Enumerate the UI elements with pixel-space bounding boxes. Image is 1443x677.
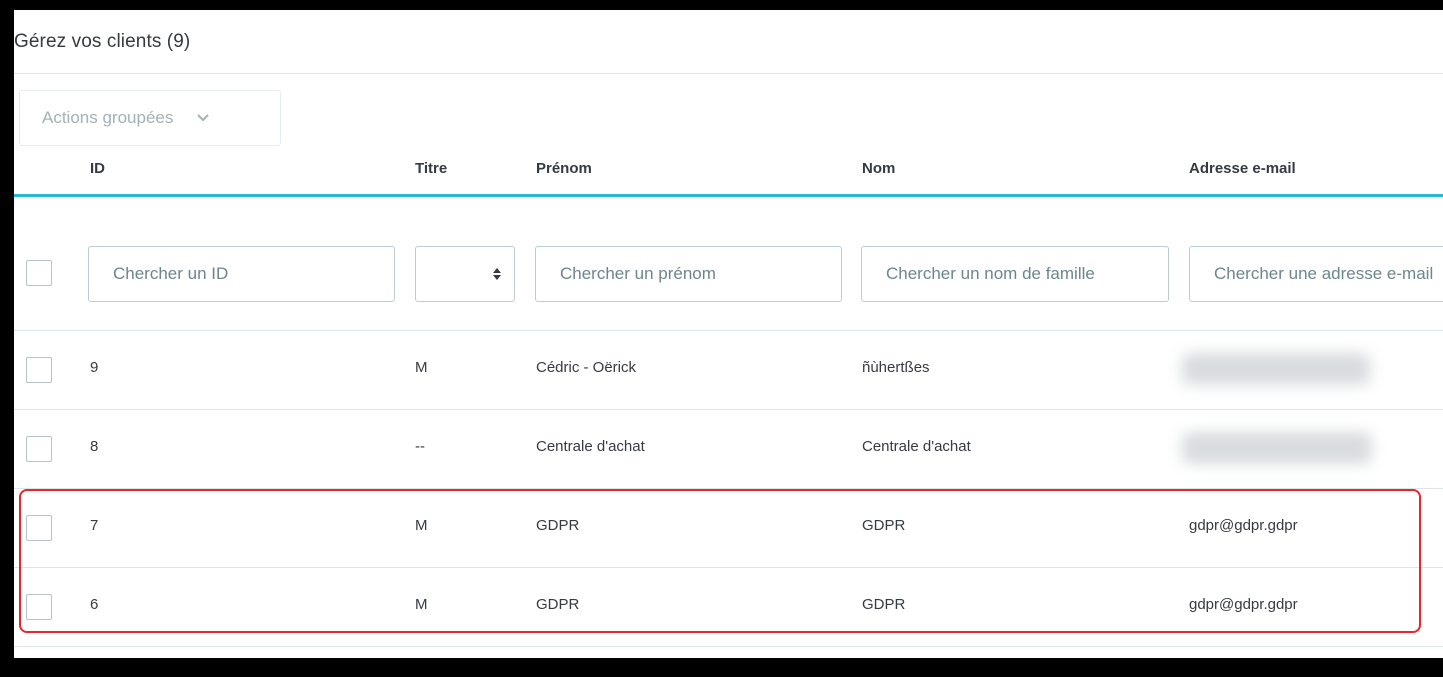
filter-row (14, 197, 1443, 331)
cell-title: M (415, 596, 428, 613)
cell-id: 8 (90, 438, 99, 455)
column-header-last-name[interactable]: Nom (862, 160, 895, 177)
column-header-first-name[interactable]: Prénom (536, 160, 592, 177)
cell-last-name: GDPR (862, 596, 906, 613)
cell-id: 9 (90, 359, 99, 376)
cell-first-name: Cédric - Oërick (536, 359, 637, 376)
table-row[interactable]: 8 -- Centrale d'achat Centrale d'achat (14, 410, 1443, 489)
cell-email: gdpr@gdpr.gdpr (1189, 596, 1298, 613)
first-name-filter-input[interactable] (535, 246, 842, 302)
bulk-actions-button[interactable]: Actions groupées (19, 90, 281, 146)
column-header-email[interactable]: Adresse e-mail (1189, 160, 1296, 177)
bulk-actions-area: Actions groupées (14, 74, 1443, 146)
row-checkbox[interactable] (26, 357, 52, 383)
column-header-title[interactable]: Titre (415, 160, 447, 177)
cell-title: -- (415, 438, 425, 455)
row-checkbox[interactable] (26, 436, 52, 462)
select-all-checkbox[interactable] (26, 260, 52, 286)
id-filter-input[interactable] (88, 246, 395, 302)
cell-first-name: Centrale d'achat (536, 438, 645, 455)
cell-last-name: Centrale d'achat (862, 438, 971, 455)
row-checkbox[interactable] (26, 594, 52, 620)
table-row[interactable]: 7 M GDPR GDPR gdpr@gdpr.gdpr (14, 489, 1443, 568)
bulk-actions-label: Actions groupées (42, 108, 174, 127)
cell-last-name: ñùhertßes (862, 359, 930, 376)
column-header-id[interactable]: ID (90, 160, 105, 177)
cell-id: 6 (90, 596, 99, 613)
table-header: ID Titre Prénom Nom Adresse e-mail (14, 146, 1443, 197)
cell-title: M (415, 359, 428, 376)
last-name-filter-input[interactable] (861, 246, 1169, 302)
redacted-email (1182, 353, 1370, 385)
cell-first-name: GDPR (536, 517, 580, 534)
redacted-email (1182, 432, 1372, 464)
page-title: Gérez vos clients (9) (14, 30, 191, 52)
email-filter-input[interactable] (1189, 246, 1443, 302)
table-row[interactable]: 9 M Cédric - Oërick ñùhertßes (14, 331, 1443, 410)
chevron-down-icon (197, 114, 210, 122)
cell-email: gdpr@gdpr.gdpr (1189, 517, 1298, 534)
panel-header: Gérez vos clients (9) (14, 10, 1443, 74)
cell-title: M (415, 517, 428, 534)
cell-id: 7 (90, 517, 99, 534)
sort-icon (493, 268, 501, 280)
title-filter-select[interactable] (415, 246, 515, 302)
cell-last-name: GDPR (862, 517, 906, 534)
cell-first-name: GDPR (536, 596, 580, 613)
customers-panel: Gérez vos clients (9) Actions groupées I… (14, 10, 1443, 658)
table-row[interactable]: 6 M GDPR GDPR gdpr@gdpr.gdpr (14, 568, 1443, 647)
row-checkbox[interactable] (26, 515, 52, 541)
